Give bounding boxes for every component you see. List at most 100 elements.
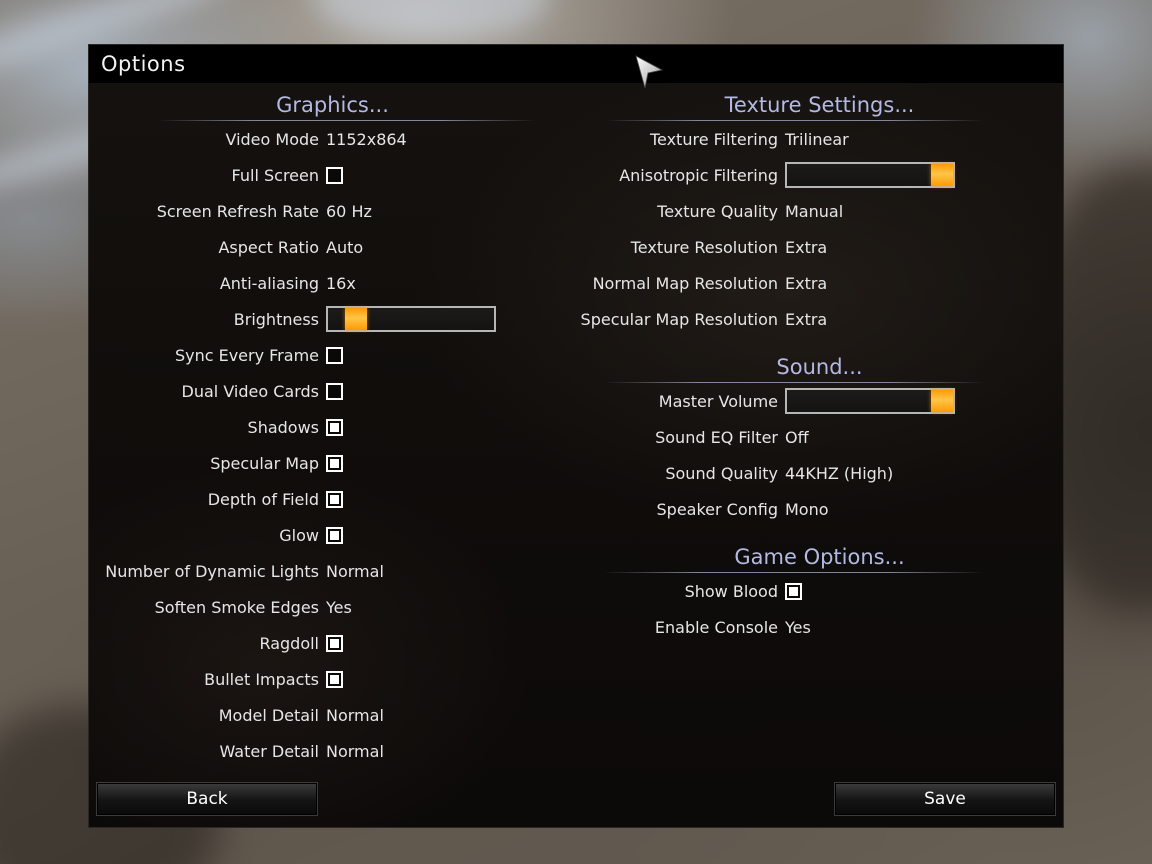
setting-value: Normal xyxy=(326,705,384,725)
section-title: Texture Settings... xyxy=(724,93,915,117)
save-button[interactable]: Save xyxy=(834,782,1056,816)
setting-checkbox[interactable] xyxy=(785,582,802,600)
setting-value: 44KHZ (High) xyxy=(785,463,894,483)
setting-value: 60 Hz xyxy=(326,201,372,221)
setting-row[interactable]: Normal Map Resolution Extra xyxy=(576,265,1063,301)
setting-label: Anti-aliasing xyxy=(219,273,319,293)
setting-value: Trilinear xyxy=(785,129,849,149)
setting-label: Video Mode xyxy=(225,129,319,149)
setting-checkbox[interactable] xyxy=(326,670,343,688)
setting-label: Enable Console xyxy=(654,617,778,637)
setting-checkbox[interactable] xyxy=(326,166,343,184)
setting-row[interactable]: Glow xyxy=(89,517,576,553)
setting-label: Shadows xyxy=(247,417,319,437)
setting-label: Aspect Ratio xyxy=(218,237,319,257)
panel-footer: Back Save xyxy=(89,771,1063,827)
slider-handle[interactable] xyxy=(345,308,368,330)
setting-checkbox[interactable] xyxy=(326,634,343,652)
setting-row[interactable]: Show Blood xyxy=(576,573,1063,609)
setting-label: Screen Refresh Rate xyxy=(156,201,319,221)
setting-value: Extra xyxy=(785,237,828,257)
setting-row[interactable]: Specular Map xyxy=(89,445,576,481)
setting-label: Full Screen xyxy=(231,165,319,185)
setting-label: Ragdoll xyxy=(259,633,319,653)
setting-label: Brightness xyxy=(233,309,319,329)
setting-row[interactable]: Screen Refresh Rate 60 Hz xyxy=(89,193,576,229)
setting-row[interactable]: Texture Filtering Trilinear xyxy=(576,121,1063,157)
section-title: Graphics... xyxy=(276,93,389,117)
setting-row[interactable]: Texture Resolution Extra xyxy=(576,229,1063,265)
section-divider xyxy=(604,572,984,573)
setting-value: Extra xyxy=(785,273,828,293)
back-button[interactable]: Back xyxy=(96,782,318,816)
setting-label: Normal Map Resolution xyxy=(592,273,778,293)
section-title: Game Options... xyxy=(734,545,905,569)
section-header: Sound... xyxy=(576,355,1063,383)
section-divider xyxy=(604,120,984,121)
setting-row[interactable]: Brightness xyxy=(89,301,576,337)
setting-row[interactable]: Texture Quality Manual xyxy=(576,193,1063,229)
setting-label: Specular Map xyxy=(210,453,319,473)
section-header: Game Options... xyxy=(576,545,1063,573)
panel-titlebar: Options xyxy=(89,45,1063,83)
setting-row[interactable]: Anti-aliasing 16x xyxy=(89,265,576,301)
section-divider xyxy=(157,120,537,121)
setting-checkbox[interactable] xyxy=(326,382,343,400)
setting-value: Extra xyxy=(785,309,828,329)
section-header: Texture Settings... xyxy=(576,93,1063,121)
right-settings-column: Texture Settings... Texture Filtering Tril… xyxy=(576,89,1063,805)
setting-row[interactable]: Sound Quality 44KHZ (High) xyxy=(576,455,1063,491)
setting-checkbox[interactable] xyxy=(326,526,343,544)
setting-row[interactable]: Water Detail Normal xyxy=(89,733,576,769)
options-panel: Options Graphics... Video Mode 1152x864 Ful… xyxy=(88,44,1064,828)
setting-value: Normal xyxy=(326,741,384,761)
setting-row[interactable]: Ragdoll xyxy=(89,625,576,661)
setting-label: Texture Filtering xyxy=(649,129,778,149)
setting-label: Sync Every Frame xyxy=(174,345,319,365)
setting-row[interactable]: Video Mode 1152x864 xyxy=(89,121,576,157)
setting-row[interactable]: Sync Every Frame xyxy=(89,337,576,373)
setting-row[interactable]: Enable Console Yes xyxy=(576,609,1063,645)
setting-row[interactable]: Depth of Field xyxy=(89,481,576,517)
setting-label: Water Detail xyxy=(219,741,319,761)
section-header: Graphics... xyxy=(89,93,576,121)
setting-row[interactable]: Anisotropic Filtering xyxy=(576,157,1063,193)
setting-label: Bullet Impacts xyxy=(204,669,319,689)
setting-row[interactable]: Specular Map Resolution Extra xyxy=(576,301,1063,337)
setting-value: Mono xyxy=(785,499,829,519)
setting-label: Sound EQ Filter xyxy=(655,427,778,447)
setting-value: Manual xyxy=(785,201,844,221)
setting-value: Off xyxy=(785,427,809,447)
setting-label: Specular Map Resolution xyxy=(580,309,778,329)
setting-row[interactable]: Master Volume xyxy=(576,383,1063,419)
setting-label: Texture Resolution xyxy=(630,237,778,257)
setting-row[interactable]: Soften Smoke Edges Yes xyxy=(89,589,576,625)
setting-row[interactable]: Dual Video Cards xyxy=(89,373,576,409)
setting-checkbox[interactable] xyxy=(326,454,343,472)
setting-row[interactable]: Speaker Config Mono xyxy=(576,491,1063,527)
setting-row[interactable]: Full Screen xyxy=(89,157,576,193)
setting-row[interactable]: Bullet Impacts xyxy=(89,661,576,697)
left-settings-column: Graphics... Video Mode 1152x864 Full Screen… xyxy=(89,89,576,805)
setting-row[interactable]: Shadows xyxy=(89,409,576,445)
setting-checkbox[interactable] xyxy=(326,418,343,436)
setting-slider[interactable] xyxy=(785,162,955,188)
setting-row[interactable]: Number of Dynamic Lights Normal xyxy=(89,553,576,589)
setting-checkbox[interactable] xyxy=(326,346,343,364)
setting-slider[interactable] xyxy=(326,306,496,332)
setting-row[interactable]: Model Detail Normal xyxy=(89,697,576,733)
setting-value: Normal xyxy=(326,561,384,581)
setting-checkbox[interactable] xyxy=(326,490,343,508)
slider-handle[interactable] xyxy=(931,164,953,186)
section-divider xyxy=(604,382,984,383)
setting-label: Anisotropic Filtering xyxy=(619,165,778,185)
setting-value: Yes xyxy=(326,597,352,617)
setting-row[interactable]: Aspect Ratio Auto xyxy=(89,229,576,265)
setting-slider[interactable] xyxy=(785,388,955,414)
slider-handle[interactable] xyxy=(931,390,953,412)
setting-row[interactable]: Sound EQ Filter Off xyxy=(576,419,1063,455)
setting-label: Model Detail xyxy=(218,705,319,725)
setting-label: Number of Dynamic Lights xyxy=(105,561,319,581)
setting-label: Depth of Field xyxy=(207,489,319,509)
setting-value: Auto xyxy=(326,237,364,257)
